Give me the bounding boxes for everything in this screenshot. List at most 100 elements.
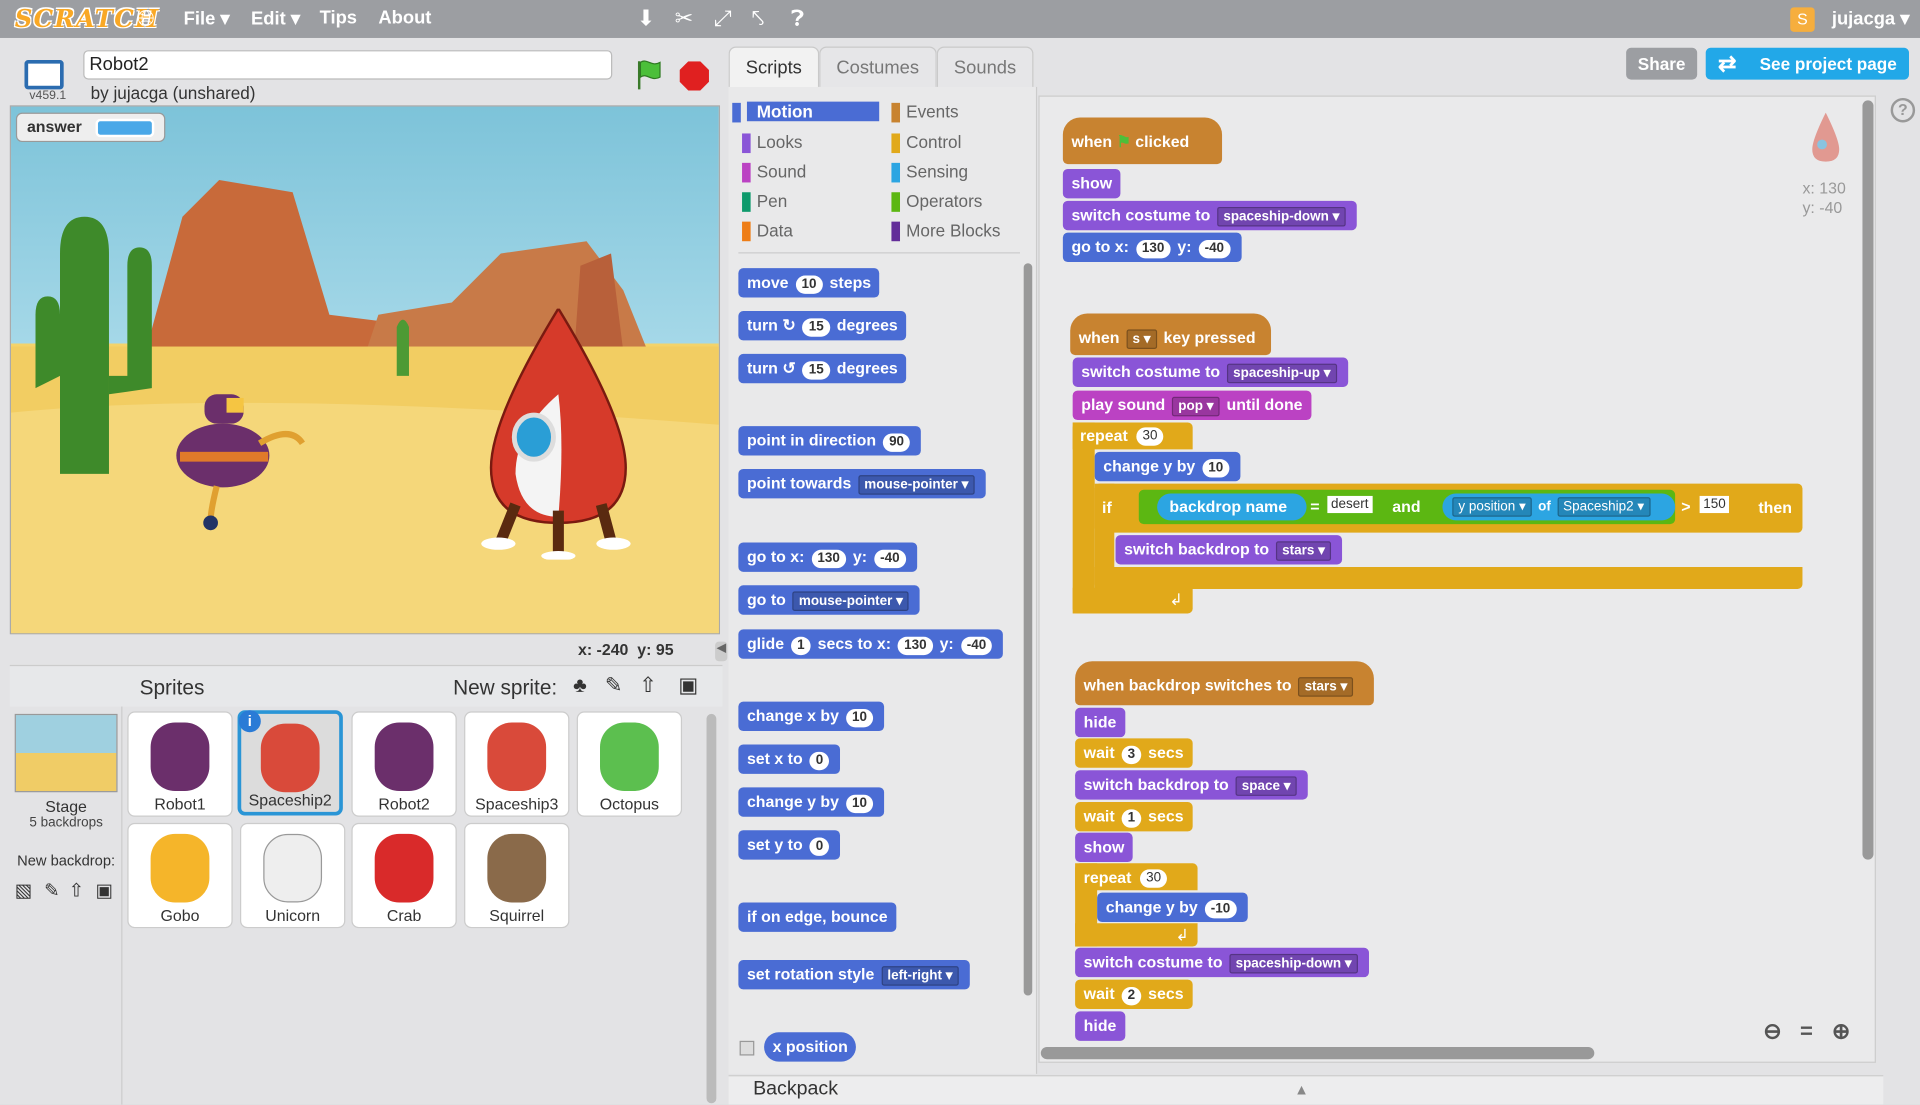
blk-input[interactable]: 0 — [809, 751, 830, 771]
sprite-tile-robot1[interactable]: Robot1 — [127, 711, 233, 817]
blk-input[interactable]: -10 — [1204, 900, 1237, 919]
blk-input[interactable]: 30 — [1136, 427, 1164, 446]
category-data[interactable]: Data — [742, 220, 793, 242]
green-flag-button[interactable] — [632, 58, 666, 92]
backdrop-name-reporter[interactable]: backdrop name — [1157, 493, 1307, 521]
blk-input[interactable]: 10 — [1202, 459, 1230, 478]
palette-scrollbar[interactable] — [1023, 263, 1033, 996]
show-block[interactable]: show — [1062, 168, 1121, 199]
paint-brush-icon[interactable]: ✎ — [605, 673, 622, 697]
blk-input[interactable]: 1 — [1121, 809, 1142, 828]
blk-input[interactable]: 10 — [845, 708, 874, 728]
glide-block[interactable]: glide 1 secs to x: 130 y: -40 — [738, 629, 1004, 659]
when-flag-clicked-hat[interactable]: when ⚑ clicked — [1062, 117, 1223, 165]
zoom-out-icon[interactable]: ⊖ — [1763, 1019, 1781, 1045]
category-control[interactable]: Control — [891, 132, 961, 154]
when-backdrop-switches-hat[interactable]: when backdrop switches to stars — [1075, 661, 1374, 706]
switch-costume-block[interactable]: switch costume to spaceship-up — [1072, 357, 1348, 387]
backpack-bar[interactable]: Backpack ▲ — [728, 1075, 1884, 1105]
change-y-block[interactable]: change y by 10 — [1094, 451, 1241, 482]
blk-input[interactable]: 30 — [1140, 869, 1168, 888]
blk-dropdown[interactable]: stars — [1298, 677, 1354, 697]
set-y-block[interactable]: set y to 0 — [738, 830, 841, 860]
sprites-scrollbar[interactable] — [706, 713, 717, 1104]
x-position-checkbox[interactable] — [739, 1040, 755, 1056]
go-to-xy-block[interactable]: go to x: 130 y: -40 — [1062, 232, 1242, 263]
change-x-block[interactable]: change x by 10 — [738, 701, 885, 732]
upload-icon[interactable]: ⇧ — [639, 673, 656, 697]
edit-menu[interactable]: Edit ▾ — [251, 7, 300, 30]
blk-dropdown[interactable]: spaceship-down — [1229, 953, 1358, 974]
blk-dropdown[interactable]: stars — [1276, 541, 1331, 561]
blk-dropdown[interactable]: space — [1235, 776, 1297, 796]
answer-monitor[interactable]: answer — [15, 112, 166, 143]
blk-input[interactable]: 150 — [1699, 495, 1730, 514]
blk-dropdown[interactable]: Spaceship2 — [1557, 497, 1651, 517]
share-button[interactable]: Share — [1626, 47, 1698, 80]
category-events[interactable]: Events — [891, 102, 959, 123]
camera-icon[interactable]: ▣ — [678, 673, 698, 697]
blk-dropdown[interactable]: mouse-pointer — [792, 591, 910, 612]
category-motion[interactable]: Motion — [732, 101, 880, 123]
go-to-xy-block[interactable]: go to x: 130 y: -40 — [738, 542, 917, 572]
sprite-tile-robot2[interactable]: Robot2 — [351, 711, 457, 817]
blk-input[interactable]: 2 — [1121, 986, 1142, 1006]
sprite-info-icon[interactable]: i — [238, 710, 261, 733]
collapse-stage-icon[interactable]: ◀ — [715, 641, 728, 662]
blk-input[interactable]: -40 — [1198, 240, 1231, 259]
stop-button[interactable] — [679, 61, 709, 91]
turn-right-block[interactable]: turn ↻ 15 degrees — [738, 311, 907, 341]
move-steps-block[interactable]: move 10 steps — [738, 268, 880, 298]
category-looks[interactable]: Looks — [741, 132, 802, 154]
zoom-in-icon[interactable]: ⊕ — [1832, 1019, 1850, 1045]
help-icon[interactable]: ? — [1890, 97, 1916, 123]
tab-scripts[interactable]: Scripts — [728, 46, 819, 87]
change-y-block[interactable]: change y by -10 — [1097, 892, 1248, 923]
backdrop-library-icon[interactable]: ▧ — [15, 879, 32, 901]
sprite-tile-squirrel[interactable]: Squirrel — [464, 822, 570, 929]
file-menu[interactable]: File ▾ — [184, 7, 230, 30]
blk-input[interactable]: 130 — [897, 636, 933, 656]
sprite-library-icon[interactable]: ♣ — [573, 673, 587, 697]
go-to-block[interactable]: go to mouse-pointer — [738, 585, 921, 615]
blk-dropdown[interactable]: mouse-pointer — [858, 475, 975, 495]
sprite-tile-spaceship3[interactable]: Spaceship3 — [464, 711, 570, 817]
wait-block[interactable]: wait 3 secs — [1075, 738, 1193, 768]
category-pen[interactable]: Pen — [742, 191, 787, 212]
x-position-reporter[interactable]: x position — [764, 1032, 857, 1062]
sprite-tile-unicorn[interactable]: Unicorn — [240, 822, 346, 929]
blk-dropdown[interactable]: pop — [1172, 396, 1220, 417]
category-sound[interactable]: Sound — [741, 162, 806, 183]
point-in-direction-block[interactable]: point in direction 90 — [738, 426, 922, 456]
rotation-style-block[interactable]: set rotation style left-right — [738, 960, 970, 990]
wait-block[interactable]: wait 2 secs — [1075, 979, 1193, 1009]
switch-costume-block[interactable]: switch costume to spaceship-down — [1062, 200, 1357, 231]
backpack-expand-icon[interactable]: ▲ — [1294, 1081, 1309, 1098]
fullscreen-button[interactable] — [24, 60, 64, 90]
blk-input[interactable]: 0 — [809, 837, 830, 856]
blk-dropdown[interactable]: spaceship-up — [1227, 363, 1337, 384]
backdrop-camera-icon[interactable]: ▣ — [96, 879, 113, 901]
hide-block[interactable]: hide — [1075, 707, 1125, 738]
shrink-tool-icon[interactable]: ⤣ — [752, 6, 764, 32]
scratch-logo[interactable]: SCRATCH — [15, 4, 158, 33]
zoom-reset-icon[interactable]: = — [1800, 1019, 1813, 1045]
category-operators[interactable]: Operators — [891, 191, 982, 212]
blk-input[interactable]: -40 — [873, 549, 906, 569]
backdrop-upload-icon[interactable]: ⇧ — [69, 879, 84, 901]
switch-backdrop-block[interactable]: switch backdrop to stars — [1115, 535, 1343, 565]
stage-canvas[interactable]: answer — [9, 105, 721, 635]
blk-input[interactable]: 1 — [790, 636, 811, 656]
project-title-input[interactable]: Robot2 — [83, 50, 613, 80]
tips-menu[interactable]: Tips — [320, 7, 357, 28]
help-tool-icon[interactable]: ❓︎ — [791, 6, 804, 32]
about-menu[interactable]: About — [378, 7, 431, 28]
spaceship2-sprite[interactable] — [467, 308, 651, 560]
bounce-block[interactable]: if on edge, bounce — [738, 902, 897, 932]
stage-thumbnail[interactable] — [14, 713, 118, 793]
sprite-tile-crab[interactable]: Crab — [351, 822, 457, 929]
sprite-tile-gobo[interactable]: Gobo — [127, 822, 233, 929]
set-x-block[interactable]: set x to 0 — [738, 744, 841, 774]
scripts-vertical-scrollbar[interactable] — [1862, 100, 1874, 860]
blk-input[interactable]: desert — [1327, 495, 1373, 514]
